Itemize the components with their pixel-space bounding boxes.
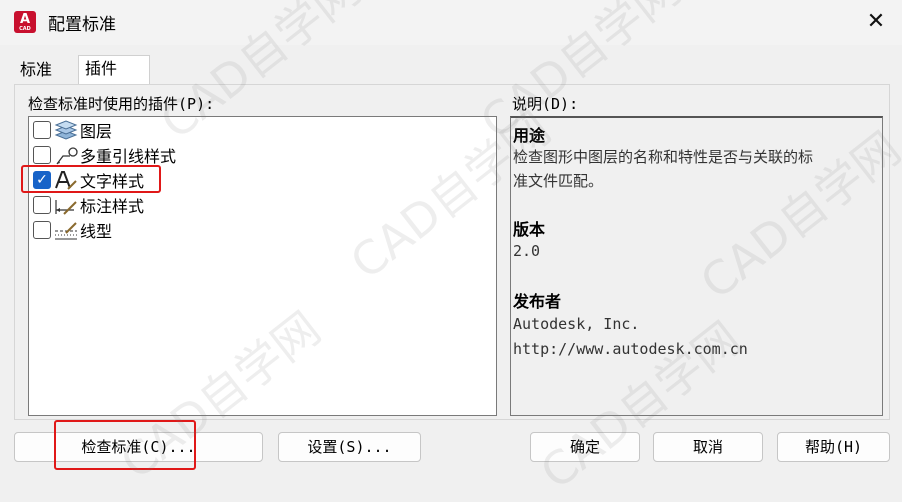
cancel-button[interactable]: 取消 <box>653 432 763 462</box>
dimension-style-checkbox[interactable] <box>33 196 51 214</box>
window-title: 配置标准 <box>48 15 116 35</box>
publisher-name: Autodesk, Inc. <box>513 315 640 333</box>
plugin-item-dimension-style[interactable]: 标注样式 <box>33 193 144 217</box>
publisher-heading: 发布者 <box>513 292 562 311</box>
multileader-icon <box>56 147 78 165</box>
linetype-checkbox[interactable] <box>33 221 51 239</box>
tab-standards[interactable]: 标准 <box>14 57 58 83</box>
version-heading: 版本 <box>513 220 546 239</box>
autocad-logo-icon: A CAD <box>14 11 36 33</box>
help-button[interactable]: 帮助(H) <box>777 432 890 462</box>
description-panel: 用途 检查图形中图层的名称和特性是否与关联的标 准文件匹配。 版本 2.0 发布… <box>510 116 883 416</box>
dimension-style-icon <box>55 200 77 215</box>
multileader-checkbox[interactable] <box>33 146 51 164</box>
layers-checkbox[interactable] <box>33 121 51 139</box>
plugin-item-linetype[interactable]: 线型 <box>33 218 112 242</box>
settings-button[interactable]: 设置(S)... <box>278 432 421 462</box>
ok-button[interactable]: 确定 <box>530 432 640 462</box>
layers-icon <box>54 120 78 140</box>
highlight-check-button <box>54 420 196 470</box>
title-bar: A CAD 配置标准 ✕ <box>0 0 902 45</box>
plugin-label: 多重引线样式 <box>80 147 177 166</box>
purpose-heading: 用途 <box>513 126 546 145</box>
plugin-label: 线型 <box>80 222 113 241</box>
plugin-label: 图层 <box>80 122 113 141</box>
linetype-icon <box>55 222 77 240</box>
highlight-text-style <box>21 165 161 193</box>
purpose-text-line1: 检查图形中图层的名称和特性是否与关联的标 <box>513 148 814 166</box>
plugin-label: 标注样式 <box>80 197 145 216</box>
plugin-item-layers[interactable]: 图层 <box>33 118 112 142</box>
tab-plugins[interactable]: 插件 <box>78 55 150 84</box>
plugin-item-multileader[interactable]: 多重引线样式 <box>33 143 176 167</box>
version-text: 2.0 <box>513 242 541 260</box>
close-icon[interactable]: ✕ <box>862 8 890 36</box>
plugins-list[interactable]: 图层 多重引线样式 ✓ 文字样式 标注样式 线型 <box>28 116 497 416</box>
description-label: 说明(D): <box>512 95 579 113</box>
plugins-label: 检查标准时使用的插件(P): <box>28 95 215 113</box>
purpose-text-line2: 准文件匹配。 <box>513 172 604 190</box>
publisher-url: http://www.autodesk.com.cn <box>513 340 748 358</box>
